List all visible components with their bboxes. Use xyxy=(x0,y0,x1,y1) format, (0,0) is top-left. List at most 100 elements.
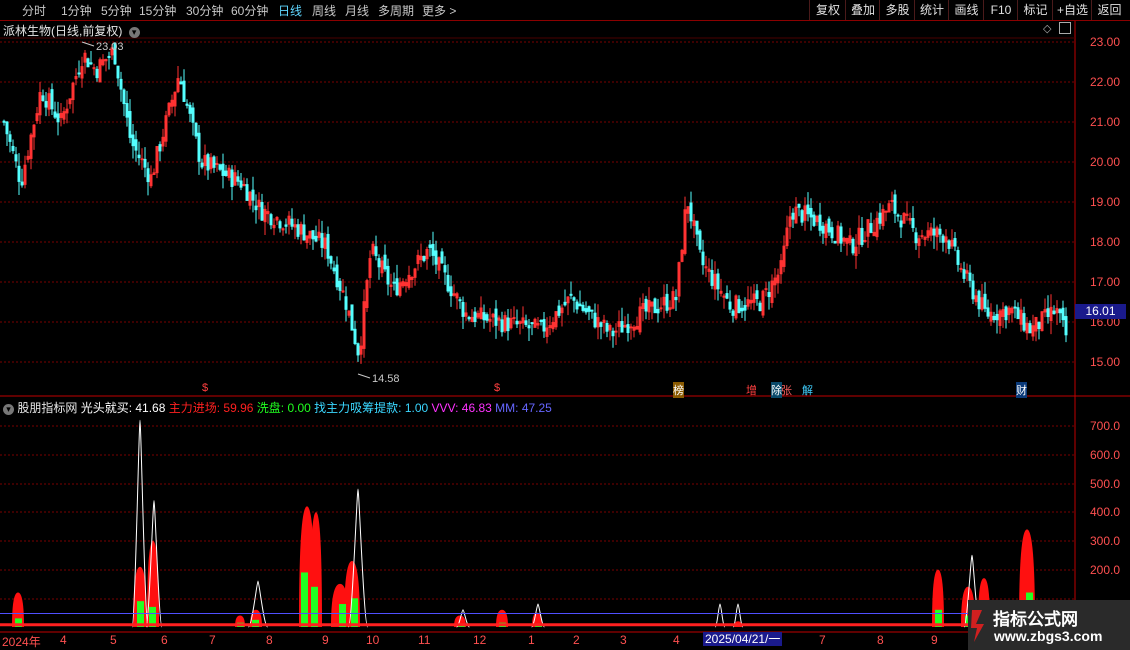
candle-body xyxy=(542,319,546,332)
candle-body xyxy=(128,111,132,138)
stock-title-text: 派林生物(日线,前复权) xyxy=(3,24,123,38)
chevron-down-icon[interactable]: ▾ xyxy=(3,404,14,415)
candle-body xyxy=(764,288,768,291)
candle-body xyxy=(20,181,24,186)
candle-body xyxy=(1022,313,1026,331)
x-tick: 2 xyxy=(573,633,580,647)
candle-body xyxy=(212,156,216,168)
candle-body xyxy=(458,299,462,302)
indicator-value: MM: 47.25 xyxy=(495,401,552,415)
low-marker: 14.58 xyxy=(357,373,400,385)
chevron-down-icon[interactable]: ▾ xyxy=(128,27,140,38)
candle-body xyxy=(1058,309,1062,314)
candle-body xyxy=(245,184,249,201)
event-tag[interactable]: 张 xyxy=(781,382,792,398)
candle-body xyxy=(473,311,477,323)
candle-body xyxy=(428,244,432,248)
x-tick: 3 xyxy=(620,633,627,647)
event-tag[interactable]: 增 xyxy=(746,382,757,398)
candle-body xyxy=(467,316,471,320)
candle-body xyxy=(827,218,831,233)
x-tick: 5 xyxy=(110,633,117,647)
candle-body xyxy=(899,220,903,228)
candle-body xyxy=(329,256,333,264)
candle-body xyxy=(335,264,339,288)
y-tick: 15.00 xyxy=(1090,355,1121,369)
candle-body xyxy=(119,78,123,90)
candle-body xyxy=(626,324,630,334)
candle-body xyxy=(395,278,399,296)
candle-body xyxy=(236,176,240,182)
candle-body xyxy=(656,308,660,314)
x-tick: 11 xyxy=(418,633,431,647)
candle-body xyxy=(461,302,465,317)
event-tag[interactable]: 榜 xyxy=(673,382,684,398)
wash-bar xyxy=(351,598,358,627)
candle-body xyxy=(698,230,702,250)
candle-body xyxy=(740,307,744,312)
candle-body xyxy=(1046,308,1050,317)
maximize-icon[interactable] xyxy=(1059,22,1071,34)
candle-body xyxy=(893,194,897,214)
candle-body xyxy=(539,319,543,322)
ind-y-tick: 400.0 xyxy=(1090,505,1121,519)
candle-body xyxy=(971,280,975,300)
candle-body xyxy=(851,238,855,254)
event-tag[interactable]: $ xyxy=(494,382,500,394)
candle-body xyxy=(215,162,219,165)
event-tag[interactable]: 解 xyxy=(802,382,813,398)
x-tick: 10 xyxy=(366,633,380,647)
candle-body xyxy=(791,212,795,220)
candle-body xyxy=(92,67,96,70)
candle-body xyxy=(797,203,801,208)
candle-body xyxy=(185,103,189,106)
candle-body xyxy=(254,205,258,211)
candle-body xyxy=(821,225,825,234)
candle-body xyxy=(689,202,693,222)
candle-body xyxy=(695,220,699,235)
candle-body xyxy=(14,154,18,162)
candle-body xyxy=(941,235,945,243)
candle-body xyxy=(443,265,447,273)
candle-body xyxy=(1004,306,1008,321)
candle-body xyxy=(146,168,150,183)
candle-body xyxy=(506,317,510,332)
candle-body xyxy=(515,320,519,325)
chart-canvas[interactable]: 23.03 14.58 xyxy=(0,0,1130,650)
candle-body xyxy=(344,296,348,310)
candle-body xyxy=(134,139,138,151)
candle-body xyxy=(386,265,390,285)
candle-body xyxy=(485,314,489,321)
price-grid xyxy=(0,41,1075,363)
candle-body xyxy=(221,163,225,176)
diamond-icon[interactable]: ◇ xyxy=(1043,22,1051,35)
candle-body xyxy=(500,319,504,333)
candle-body xyxy=(911,218,915,229)
candle-body xyxy=(731,310,735,316)
candle-body xyxy=(758,302,762,312)
candle-body xyxy=(737,299,741,314)
candle-body xyxy=(314,235,318,242)
candle-body xyxy=(530,322,534,325)
candle-body xyxy=(869,223,873,233)
x-tick: 8 xyxy=(877,633,884,647)
candle-body xyxy=(674,296,678,301)
candle-body xyxy=(206,154,210,171)
candle-body xyxy=(374,246,378,257)
candle-body xyxy=(422,255,426,262)
candle-body xyxy=(41,95,45,101)
candle-body xyxy=(179,81,183,85)
current-price-tag: 16.01 xyxy=(1075,304,1126,319)
candle-body xyxy=(17,165,21,182)
candle-body xyxy=(125,103,129,118)
candle-body xyxy=(527,325,531,329)
candle-body xyxy=(767,291,771,298)
event-tag[interactable]: 财 xyxy=(1016,382,1027,398)
event-tag[interactable]: $ xyxy=(202,382,208,394)
candle-body xyxy=(140,158,144,161)
low-label: 14.58 xyxy=(372,373,400,385)
candle-body xyxy=(947,240,951,249)
high-label: 23.03 xyxy=(96,41,124,53)
candle-body xyxy=(290,218,294,227)
candle-body xyxy=(122,89,126,105)
